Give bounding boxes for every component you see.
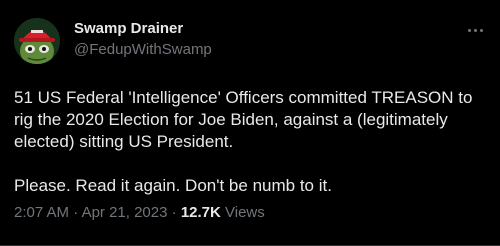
- tweet-paragraph-2: Please. Read it again. Don't be numb to …: [14, 176, 332, 195]
- tweet-card: Swamp Drainer @FedupWithSwamp 51 US Fede…: [0, 0, 500, 246]
- tweet-date[interactable]: Apr 21, 2023: [82, 204, 168, 221]
- author-block: Swamp Drainer @FedupWithSwamp: [74, 19, 212, 60]
- dot: [467, 28, 471, 32]
- author-handle[interactable]: @FedupWithSwamp: [74, 40, 212, 60]
- tweet-time[interactable]: 2:07 AM: [14, 204, 69, 221]
- views-count: 12.7K: [180, 204, 221, 221]
- tweet-meta: 2:07 AM · Apr 21, 2023 · 12.7K Views: [14, 203, 265, 223]
- author-display-name[interactable]: Swamp Drainer: [74, 19, 212, 39]
- more-options-icon[interactable]: [464, 21, 486, 39]
- dot: [479, 28, 483, 32]
- tweet-text: 51 US Federal 'Intelligence' Officers co…: [14, 87, 490, 197]
- dot: [473, 28, 477, 32]
- frog-avatar-icon: [14, 18, 60, 64]
- meta-separator: ·: [167, 204, 181, 221]
- avatar[interactable]: [14, 18, 60, 64]
- meta-separator: ·: [69, 204, 82, 221]
- tweet-paragraph-1: 51 US Federal 'Intelligence' Officers co…: [14, 88, 473, 151]
- views-label: Views: [220, 204, 265, 221]
